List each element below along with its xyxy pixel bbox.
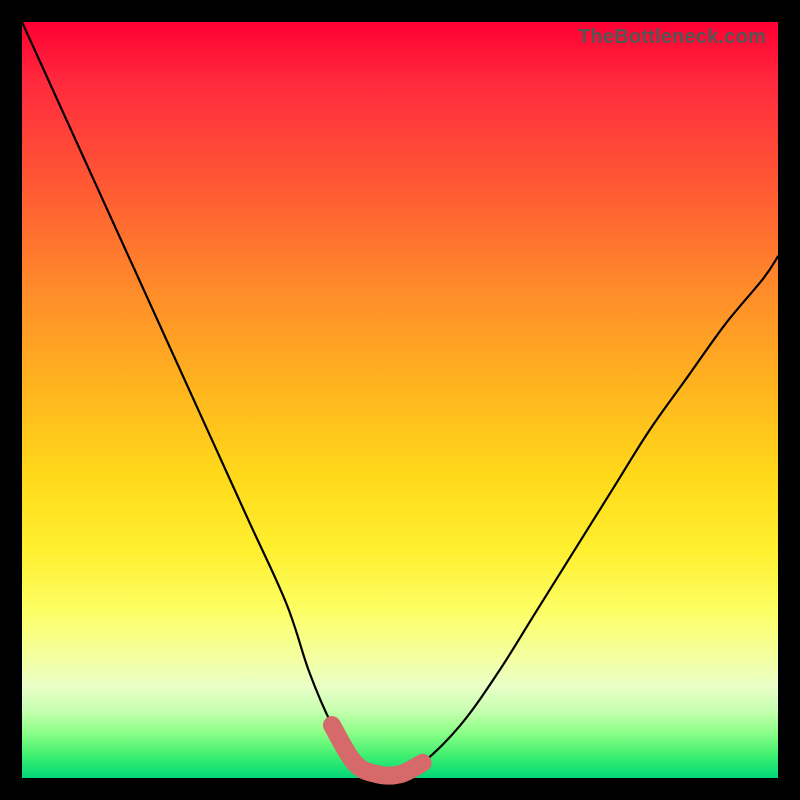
chart-frame: TheBottleneck.com: [0, 0, 800, 800]
sweet-spot-path: [332, 725, 423, 776]
curve-path: [22, 22, 778, 776]
plot-area: TheBottleneck.com: [22, 22, 778, 778]
bottleneck-curve: [22, 22, 778, 778]
